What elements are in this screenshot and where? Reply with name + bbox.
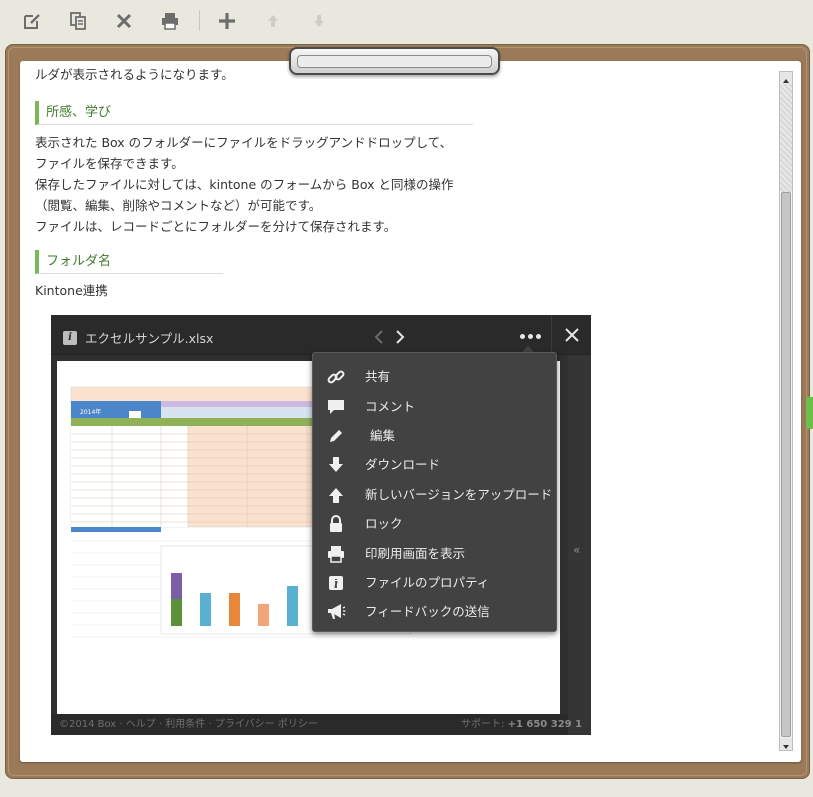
add-record-button[interactable] [215,9,239,33]
file-options-menu: 共有 コメント 編集 ダウンロード 新しいバージョンをアップロード ロック 印刷… [312,352,557,632]
box-file-viewer: i エクセルサンプル.xlsx 2014年 « ©2014 Box · ヘルプ … [51,315,591,735]
more-dot [535,333,541,339]
menu-item-upload-version[interactable]: 新しいバージョンをアップロード [313,481,556,510]
more-options-button[interactable] [515,325,545,347]
download-icon [325,455,347,475]
viewer-side-panel: « [568,355,591,735]
menu-item-file-properties[interactable]: ファイルのプロパティ [313,569,556,598]
section-heading-impressions: 所感、学び [35,101,473,125]
record-paper: ルダが表示されるようになります。 所感、学び 表示された Box のフォルダーに… [20,61,801,762]
menu-item-label: 編集 [370,428,396,443]
menu-item-label: 印刷用画面を表示 [365,546,466,561]
viewer-header: i エクセルサンプル.xlsx [51,315,591,355]
scroll-down-button[interactable] [780,738,792,750]
cut-off-text: ルダが表示されるようになります。 [35,67,234,82]
menu-item-print-view[interactable]: 印刷用画面を表示 [313,540,556,569]
menu-item-label: 共有 [365,369,391,384]
lock-icon [325,514,347,534]
menu-item-comment[interactable]: コメント [313,393,556,422]
menu-item-label: フィードバックの送信 [365,604,490,619]
menu-item-label: ファイルのプロパティ [365,575,490,590]
print-icon [162,13,178,30]
pencil-icon [325,426,347,446]
viewer-close-button[interactable] [551,315,591,355]
menu-item-edit[interactable]: 編集 [313,422,556,451]
move-down-button[interactable] [307,9,331,33]
edit-icon [24,14,40,29]
more-dot [527,333,533,339]
footer-support-phone: +1 650 329 1 [507,719,583,730]
print-icon [325,544,347,564]
menu-item-lock[interactable]: ロック [313,510,556,539]
menu-item-download[interactable]: ダウンロード [313,451,556,480]
scroll-up-button[interactable] [780,72,792,84]
prev-file-button[interactable] [374,329,384,349]
menu-item-label: 新しいバージョンをアップロード [365,487,553,502]
menu-item-label: ダウンロード [365,457,441,472]
menu-item-label: コメント [365,399,416,414]
info-icon [325,573,347,593]
viewer-footer: ©2014 Box · ヘルプ · 利用条件 · プライバシー ポリシー サポー… [51,714,582,735]
menu-item-send-feedback[interactable]: フィードバックの送信 [313,598,556,627]
folder-name-value: Kintone連携 [35,283,108,298]
impressions-text: 表示された Box のフォルダーにファイルをドラッグアンドドロップして、 ファイ… [35,132,453,237]
menu-item-share[interactable]: 共有 [313,363,556,392]
close-icon [564,328,579,342]
impressions-line: ファイルは、レコードごとにフォルダーを分けて保存されます。 [35,219,397,234]
delete-button[interactable] [112,9,136,33]
scrollbar-thumb[interactable] [781,192,791,737]
chevron-left-icon [374,330,383,344]
megaphone-icon [325,602,347,622]
edit-button[interactable] [20,9,44,33]
footer-support-label: サポート: [461,719,508,730]
footer-support: サポート: +1 650 329 1 [461,714,582,735]
arrow-down-icon [314,15,324,27]
file-info-icon[interactable]: i [63,331,77,345]
print-button[interactable] [158,9,182,33]
toolbar-separator [199,10,200,31]
close-icon [116,13,132,29]
link-icon [325,367,347,387]
record-toolbar [0,0,813,42]
copy-icon [70,12,86,30]
footer-links[interactable]: ©2014 Box · ヘルプ · 利用条件 · プライバシー ポリシー [59,714,318,735]
clipboard-clip [289,47,500,75]
copy-button[interactable] [66,9,90,33]
comment-icon [325,397,347,417]
section-heading-folder-name: フォルダ名 [35,250,223,274]
next-file-button[interactable] [395,329,405,349]
menu-item-label: ロック [365,516,403,531]
impressions-line: （閲覧、編集、削除やコメントなど）が可能です。 [35,198,322,213]
plus-icon [219,13,235,29]
impressions-line: 保存したファイルに対しては、kintone のフォームから Box と同様の操作 [35,177,454,192]
impressions-line: ファイルを保存できます。 [35,156,184,171]
arrow-up-icon [268,15,278,27]
move-up-button[interactable] [261,9,285,33]
more-dot [519,333,525,339]
content-scrollbar[interactable] [779,71,793,751]
sidebar-collapse-button[interactable]: « [573,543,580,557]
upload-icon [325,485,347,505]
scrollbar-track[interactable] [780,84,792,192]
chevron-right-icon [396,330,405,344]
impressions-line: 表示された Box のフォルダーにファイルをドラッグアンドドロップして、 [35,135,453,150]
sheet-year-label: 2014年 [80,409,102,416]
file-name: エクセルサンプル.xlsx [85,331,214,346]
side-tab[interactable] [806,397,813,429]
scroll-down-arrow-icon [783,745,789,749]
